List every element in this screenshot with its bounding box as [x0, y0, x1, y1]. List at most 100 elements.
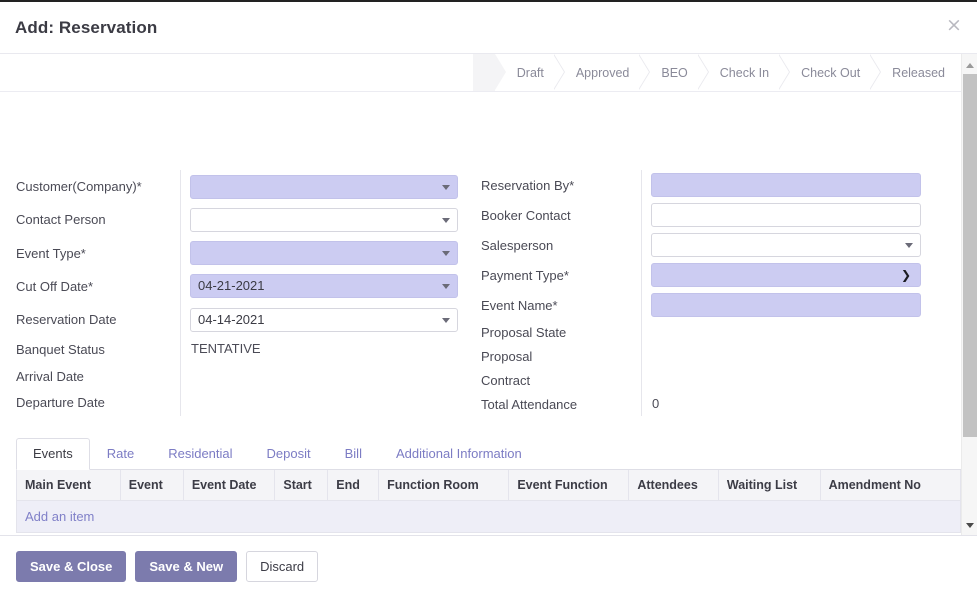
label-departure-date: Departure Date	[16, 395, 105, 411]
label-total-attendance: Total Attendance	[481, 396, 578, 412]
arrival-date-value	[190, 366, 471, 386]
col-attendees[interactable]: Attendees	[628, 470, 719, 501]
scroll-down-arrow-icon[interactable]	[962, 517, 977, 533]
caret-down-icon[interactable]	[442, 217, 450, 223]
field-row-booker-contact: Booker Contact	[481, 200, 921, 230]
field-row-contract: Contract	[481, 368, 921, 392]
field-row-salesperson: Salesperson	[481, 230, 921, 260]
status-step-released[interactable]: Released	[869, 54, 955, 91]
tabs-section: Events Rate Residential Deposit Bill Add…	[16, 438, 962, 533]
save-and-new-button[interactable]: Save & New	[135, 550, 238, 582]
field-row-arrival-date: Arrival Date	[16, 362, 471, 390]
reservation-date-input[interactable]: 04-14-2021	[190, 307, 458, 332]
caret-down-icon[interactable]	[905, 243, 913, 248]
label-reservation-date: Reservation Date	[16, 312, 117, 328]
tab-bill[interactable]: Bill	[328, 438, 379, 470]
label-event-name: Event Name*	[481, 297, 558, 313]
reservation-by-input[interactable]	[651, 173, 921, 197]
contact-person-input[interactable]	[190, 207, 458, 232]
total-attendance-value: 0	[652, 396, 660, 411]
caret-down-icon[interactable]	[442, 251, 450, 257]
label-booker-contact: Booker Contact	[481, 207, 571, 223]
reservation-date-value: 04-14-2021	[198, 311, 265, 327]
col-amendment-no[interactable]: Amendment No	[819, 470, 962, 501]
tab-label: Deposit	[266, 446, 311, 461]
add-an-item-link[interactable]: Add an item	[16, 500, 961, 533]
field-row-event-type: Event Type*	[16, 236, 471, 270]
vertical-scrollbar[interactable]	[961, 54, 977, 535]
col-start[interactable]: Start	[274, 470, 329, 501]
contract-value	[651, 370, 921, 390]
status-step-label: Check In	[719, 65, 770, 80]
event-type-input[interactable]	[190, 241, 458, 266]
label-proposal-state: Proposal State	[481, 324, 567, 340]
booker-contact-input[interactable]	[651, 203, 921, 227]
col-main-event[interactable]: Main Event	[16, 470, 121, 501]
col-event-date[interactable]: Event Date	[182, 470, 276, 501]
salesperson-input[interactable]	[651, 233, 921, 257]
event-name-input[interactable]	[651, 293, 921, 317]
label-event-type: Event Type*	[16, 245, 86, 261]
scrollbar-thumb[interactable]	[963, 74, 977, 437]
tab-residential[interactable]: Residential	[151, 438, 249, 470]
tab-label: Rate	[106, 446, 135, 461]
status-step-approved[interactable]: Approved	[552, 54, 640, 91]
add-reservation-modal: Add: Reservation × Draft Approved BEO Ch…	[0, 0, 977, 595]
field-row-banquet-status: Banquet Status TENTATIVE	[16, 336, 471, 363]
status-step-label: BEO	[661, 65, 688, 80]
tab-events[interactable]: Events	[16, 438, 90, 470]
status-step-beo[interactable]: BEO	[638, 54, 698, 91]
status-pipeline: Draft Approved BEO Check In Check Out Re…	[472, 54, 955, 91]
label-reservation-by: Reservation By*	[481, 177, 575, 193]
col-waiting-list[interactable]: Waiting List	[717, 470, 821, 501]
caret-down-icon[interactable]	[442, 284, 450, 290]
tab-additional-information[interactable]: Additional Information	[379, 438, 539, 470]
field-row-customer-company: Customer(Company)*	[16, 170, 471, 204]
form-column-left: Customer(Company)* Contact Person Event …	[16, 170, 471, 416]
add-item-row[interactable]: Add an item	[16, 500, 961, 533]
label-contact-person: Contact Person	[16, 212, 106, 228]
close-icon[interactable]: ×	[943, 15, 965, 37]
cut-off-date-input[interactable]: 04-21-2021	[190, 274, 458, 299]
label-contract: Contract	[481, 372, 531, 388]
field-row-contact-person: Contact Person	[16, 203, 471, 237]
status-step-label: Check Out	[801, 65, 861, 80]
tab-label: Events	[33, 446, 73, 461]
status-step-label: Draft	[516, 65, 544, 80]
departure-date-value	[190, 393, 471, 413]
table-header-row: Main Event Event Event Date Start End Fu…	[16, 470, 962, 501]
field-row-proposal: Proposal	[481, 344, 921, 368]
customer-company-input[interactable]	[190, 174, 458, 199]
modal-header: Add: Reservation ×	[0, 2, 977, 54]
field-row-proposal-state: Proposal State	[481, 320, 921, 344]
tab-label: Additional Information	[395, 446, 522, 461]
field-row-cut-off-date: Cut Off Date* 04-21-2021	[16, 269, 471, 303]
cut-off-date-value: 04-21-2021	[198, 278, 265, 294]
discard-button[interactable]: Discard	[246, 550, 319, 582]
tab-rate[interactable]: Rate	[90, 438, 151, 470]
caret-down-icon[interactable]	[442, 184, 450, 190]
col-event-function[interactable]: Event Function	[508, 470, 630, 501]
reservation-form: Customer(Company)* Contact Person Event …	[0, 92, 977, 416]
col-end[interactable]: End	[327, 470, 380, 501]
save-and-close-button[interactable]: Save & Close	[16, 550, 127, 582]
tab-deposit[interactable]: Deposit	[250, 438, 328, 470]
form-column-right: Reservation By* Booker Contact Salespers…	[481, 170, 921, 416]
payment-type-select[interactable]: ❯	[651, 263, 921, 287]
caret-down-icon[interactable]	[442, 317, 450, 323]
status-step-label: Released	[892, 65, 945, 80]
status-step-check-out[interactable]: Check Out	[778, 54, 871, 91]
chevron-down-icon[interactable]: ❯	[901, 268, 911, 282]
statusbar-row: Draft Approved BEO Check In Check Out Re…	[0, 54, 977, 92]
status-step-check-in[interactable]: Check In	[696, 54, 780, 91]
modal-footer: Save & Close Save & New Discard	[0, 536, 977, 595]
field-row-departure-date: Departure Date	[16, 389, 471, 416]
scroll-up-arrow-icon[interactable]	[962, 57, 977, 73]
proposal-value	[651, 346, 921, 366]
tab-label: Bill	[344, 446, 362, 461]
col-function-room[interactable]: Function Room	[378, 470, 510, 501]
field-row-reservation-date: Reservation Date 04-14-2021	[16, 302, 471, 337]
col-event[interactable]: Event	[119, 470, 184, 501]
field-row-event-name: Event Name*	[481, 290, 921, 320]
status-step-label: Approved	[575, 65, 630, 80]
